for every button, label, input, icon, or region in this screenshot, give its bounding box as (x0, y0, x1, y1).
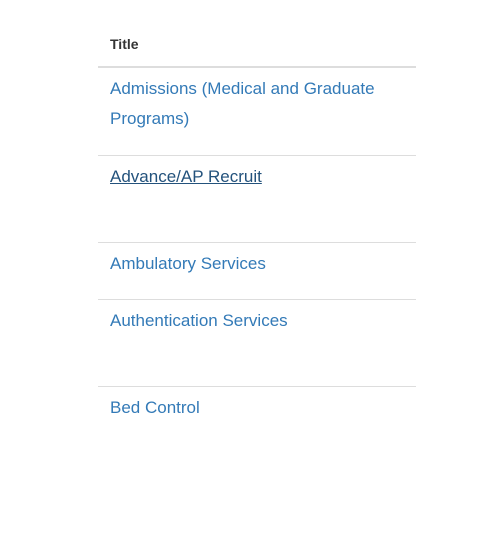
title-link-bed-control[interactable]: Bed Control (110, 393, 200, 423)
titles-table: Title Admissions (Medical and Graduate P… (98, 22, 416, 444)
column-header-title: Title (98, 22, 416, 68)
table-row: Advance/AP Recruit (98, 156, 416, 243)
table-row: Authentication Services (98, 300, 416, 387)
title-link-admissions[interactable]: Admissions (Medical and Graduate Program… (110, 74, 416, 134)
title-link-ambulatory-services[interactable]: Ambulatory Services (110, 249, 266, 279)
table-row: Admissions (Medical and Graduate Program… (98, 68, 416, 156)
title-link-advance-ap-recruit[interactable]: Advance/AP Recruit (110, 162, 262, 192)
table-row: Ambulatory Services (98, 243, 416, 300)
title-link-authentication-services[interactable]: Authentication Services (110, 306, 288, 336)
table-row: Bed Control (98, 387, 416, 444)
